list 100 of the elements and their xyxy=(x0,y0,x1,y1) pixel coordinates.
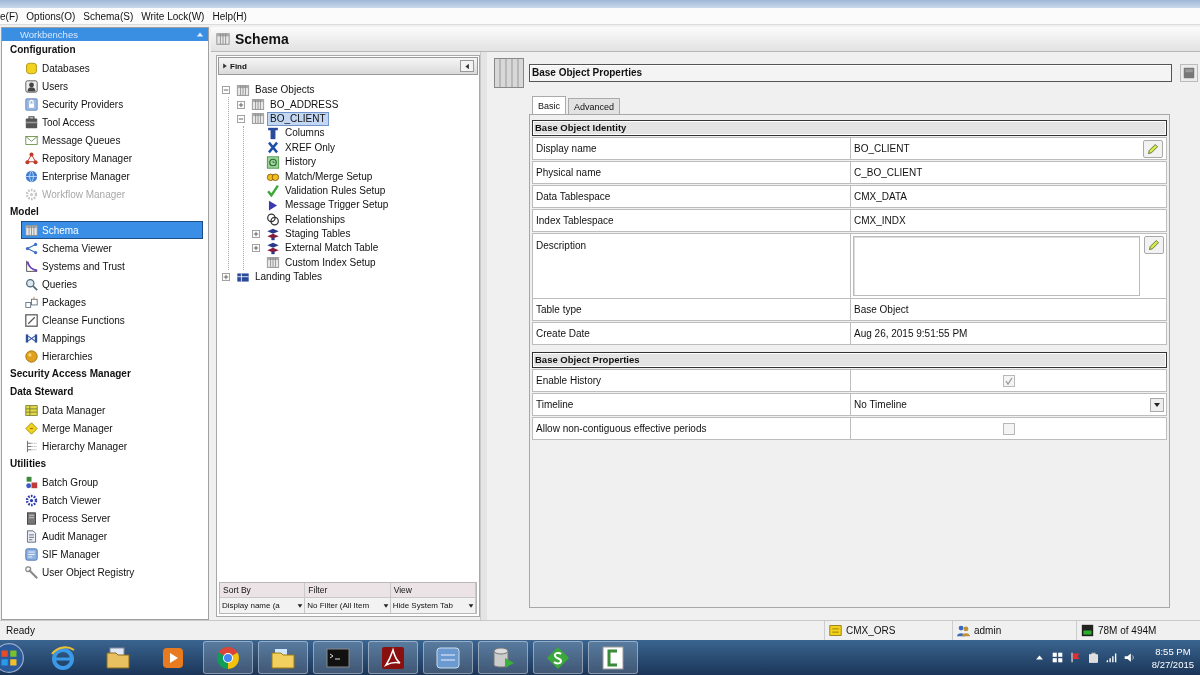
plus-box-icon[interactable] xyxy=(252,230,260,239)
tree-item[interactable]: Message Trigger Setup xyxy=(282,198,392,213)
table-cell: Allow non-contiguous effective periods xyxy=(532,417,850,440)
taskbar-button[interactable] xyxy=(588,641,638,674)
caret-right-icon xyxy=(222,63,228,69)
sidebar-item[interactable]: Merge Manager xyxy=(21,419,203,437)
sidebar-item[interactable]: Systems and Trust xyxy=(21,257,203,275)
square-icon xyxy=(1183,67,1195,79)
menu-item[interactable]: Options(O) xyxy=(26,10,76,22)
caret-down-icon xyxy=(468,602,474,609)
grid-icon xyxy=(251,112,265,126)
sidebar-item[interactable]: Users xyxy=(21,77,203,95)
grid-icon xyxy=(25,223,38,237)
menu-item[interactable]: Help(H) xyxy=(212,10,247,22)
sidebar-item[interactable]: Hierarchies xyxy=(21,347,203,365)
table-cell: Timeline xyxy=(532,393,850,416)
menu-item[interactable]: e(F) xyxy=(0,10,19,22)
tree-item[interactable]: Relationships xyxy=(282,212,349,227)
sidebar-item[interactable]: Tool Access xyxy=(21,113,203,131)
collapse-button[interactable] xyxy=(460,60,474,72)
panel-title: Workbenches xyxy=(20,29,78,40)
menu-item[interactable]: Schema(S) xyxy=(83,10,134,22)
dropdown[interactable]: No Filter (All Item xyxy=(305,598,390,613)
cell-text: C_BO_CLIENT xyxy=(854,167,924,178)
edit-button[interactable] xyxy=(1143,139,1163,158)
tree-item[interactable]: External Match Table xyxy=(282,241,382,256)
sidebar-item[interactable]: Mappings xyxy=(21,329,203,347)
sidebar-item[interactable]: Cleanse Functions xyxy=(21,311,203,329)
tree-item[interactable]: BO_ADDRESS xyxy=(267,97,342,112)
sidebar-item[interactable]: Data Manager xyxy=(21,401,203,419)
sidebar-item[interactable]: Repository Manager xyxy=(21,149,203,167)
edit-button[interactable] xyxy=(1144,236,1164,254)
taskbar-button[interactable] xyxy=(313,641,363,674)
rings-icon xyxy=(266,213,280,227)
tree-item[interactable]: History xyxy=(282,155,320,170)
tab[interactable]: Advanced xyxy=(568,98,621,114)
minus-box-icon[interactable] xyxy=(237,114,245,123)
menu-item[interactable]: Write Lock(W) xyxy=(141,10,205,22)
tree-item[interactable]: Base Objects xyxy=(252,83,318,98)
tree-item[interactable]: XREF Only xyxy=(282,140,338,155)
sidebar-item[interactable]: Enterprise Manager xyxy=(21,167,203,185)
sidebar-item[interactable]: Message Queues xyxy=(21,131,203,149)
sidebar-item[interactable]: Queries xyxy=(21,275,203,293)
diamond-icon xyxy=(25,421,38,435)
column-header: Filter xyxy=(305,583,390,598)
sidebar-item[interactable]: Databases xyxy=(21,59,203,77)
taskbar-button[interactable] xyxy=(368,641,418,674)
sidebar-item[interactable]: Audit Manager xyxy=(21,527,203,545)
pencil-icon xyxy=(1148,239,1160,251)
taskbar-button[interactable] xyxy=(258,641,308,674)
clock-date: 8/27/2015 xyxy=(1151,657,1194,671)
minus-box-icon[interactable] xyxy=(222,86,230,95)
sidebar-item[interactable]: Batch Group xyxy=(21,473,203,491)
table-cell: Data Tablespace xyxy=(532,185,850,208)
hierarchy-icon xyxy=(25,439,38,453)
dropdown[interactable]: No Timeline xyxy=(850,393,1167,416)
tree-item[interactable]: Columns xyxy=(282,126,328,141)
function-icon xyxy=(25,313,38,327)
dropdown[interactable]: Display name (a xyxy=(220,598,305,613)
tab[interactable]: Basic xyxy=(532,96,566,114)
plus-box-icon[interactable] xyxy=(252,244,260,253)
lock-icon xyxy=(25,97,38,111)
tree-item[interactable]: BO_CLIENT xyxy=(267,111,329,126)
users-icon xyxy=(957,624,970,637)
tree-item[interactable]: Custom Index Setup xyxy=(282,255,379,270)
taskbar-button[interactable] xyxy=(478,641,528,674)
grid-icon xyxy=(216,32,230,46)
tree-item[interactable]: Match/Merge Setup xyxy=(282,169,376,184)
tree-item[interactable]: Validation Rules Setup xyxy=(282,183,389,198)
sidebar-item[interactable]: Security Providers xyxy=(21,95,203,113)
group-heading: Utilities xyxy=(9,457,48,471)
sidebar-item[interactable]: Hierarchy Manager xyxy=(21,437,203,455)
group-heading: Model xyxy=(9,205,40,219)
status-text: admin xyxy=(974,625,1002,636)
taskbar-button[interactable] xyxy=(533,641,583,674)
sidebar-item[interactable]: Batch Viewer xyxy=(21,491,203,509)
wrench-icon xyxy=(25,565,38,579)
sidebar-item[interactable]: Schema Viewer xyxy=(21,239,203,257)
ball-icon xyxy=(25,349,38,363)
tree-item[interactable]: Staging Tables xyxy=(282,227,354,242)
cell-text: CMX_DATA xyxy=(854,191,908,202)
tile-icon xyxy=(25,547,38,561)
tile-icon xyxy=(436,645,460,670)
plus-box-icon[interactable] xyxy=(237,100,245,109)
panel-button[interactable] xyxy=(1180,64,1198,82)
sidebar-item[interactable]: User Object Registry xyxy=(21,563,203,581)
document-icon xyxy=(25,529,38,543)
dropdown[interactable]: Hide System Tab xyxy=(390,598,475,613)
x-mark-icon xyxy=(266,141,280,155)
sidebar-item[interactable]: SIF Manager xyxy=(21,545,203,563)
table-cell: Enable History xyxy=(532,369,850,392)
plus-box-icon[interactable] xyxy=(222,273,230,282)
table-icon xyxy=(236,270,250,284)
sidebar-item[interactable]: Packages xyxy=(21,293,203,311)
description-field[interactable] xyxy=(853,236,1140,296)
tree-item[interactable]: Landing Tables xyxy=(252,270,326,285)
stack-icon xyxy=(266,242,280,255)
table-cell: Display name xyxy=(532,137,850,160)
sidebar-item[interactable]: Process Server xyxy=(21,509,203,527)
cell-text: CMX_INDX xyxy=(854,215,907,226)
